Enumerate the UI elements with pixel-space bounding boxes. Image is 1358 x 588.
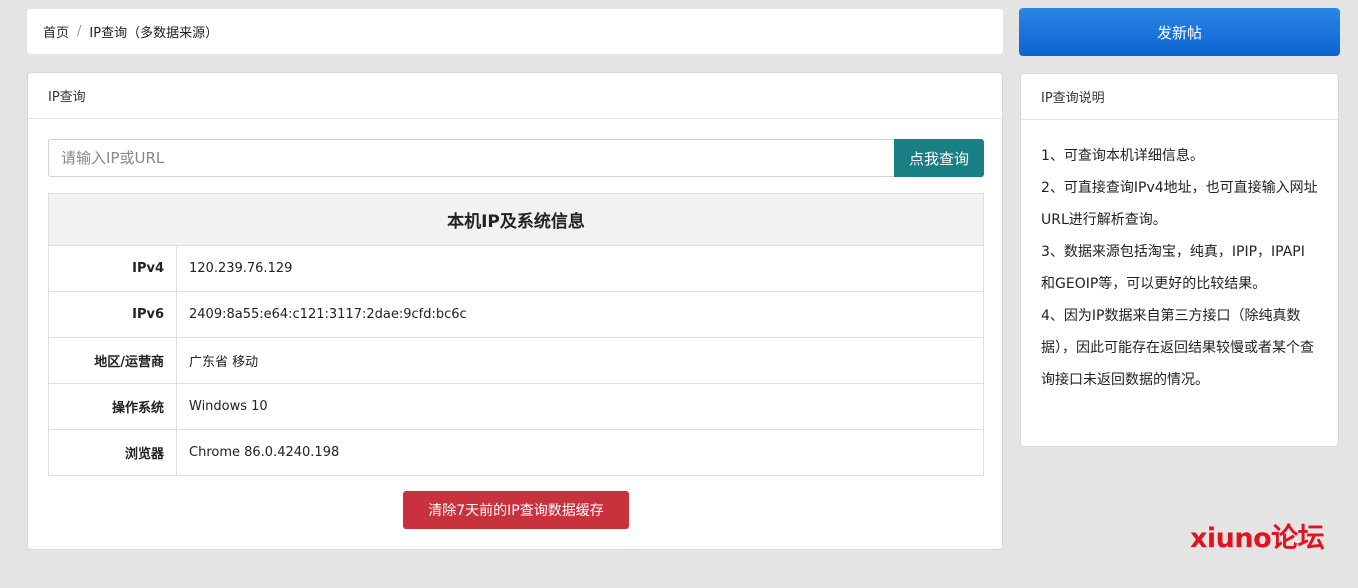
note-item: 4、因为IP数据来自第三方接口（除纯真数据），因此可能存在返回结果较慢或者某个查… xyxy=(1041,308,1314,388)
table-row: 操作系统 Windows 10 xyxy=(48,383,984,430)
notes-header: IP查询说明 xyxy=(1021,74,1338,120)
note-item: 2、可直接查询IPv4地址，也可直接输入网址URL进行解析查询。 xyxy=(1041,180,1318,228)
ip-query-card-header: IP查询 xyxy=(28,73,1002,119)
row-value: Windows 10 xyxy=(176,383,984,430)
notes-list: 1、可查询本机详细信息。 2、可直接查询IPv4地址，也可直接输入网址URL进行… xyxy=(1021,120,1338,396)
new-post-button[interactable]: 发新帖 xyxy=(1019,8,1340,56)
note-item: 3、数据来源包括淘宝，纯真，IPIP，IPAPI和GEOIP等，可以更好的比较结… xyxy=(1041,244,1305,292)
note-item: 1、可查询本机详细信息。 xyxy=(1041,148,1204,164)
table-row: 地区/运营商 广东省 移动 xyxy=(48,337,984,384)
search-row: 点我查询 xyxy=(48,139,984,177)
breadcrumb-home-link[interactable]: 首页 xyxy=(43,22,69,41)
clear-cache-button[interactable]: 清除7天前的IP查询数据缓存 xyxy=(403,491,629,529)
query-button[interactable]: 点我查询 xyxy=(894,139,984,177)
table-row: 浏览器 Chrome 86.0.4240.198 xyxy=(48,429,984,476)
watermark-logo: xiuno论坛 xyxy=(1190,523,1325,554)
breadcrumb-current: IP查询（多数据来源） xyxy=(89,26,219,41)
row-label: 地区/运营商 xyxy=(48,337,177,384)
breadcrumb: 首页 / IP查询（多数据来源） xyxy=(27,9,1003,54)
row-value: Chrome 86.0.4240.198 xyxy=(176,429,984,476)
breadcrumb-separator: / xyxy=(77,24,82,39)
ip-query-card: IP查询 点我查询 本机IP及系统信息 IPv4 120.239.76.129 … xyxy=(27,72,1003,550)
ip-query-notes-card: IP查询说明 1、可查询本机详细信息。 2、可直接查询IPv4地址，也可直接输入… xyxy=(1020,73,1339,447)
row-label: 操作系统 xyxy=(48,383,177,430)
table-row: IPv4 120.239.76.129 xyxy=(48,245,984,292)
row-label: IPv6 xyxy=(48,291,177,338)
row-label: 浏览器 xyxy=(48,429,177,476)
ip-url-input[interactable] xyxy=(48,139,894,177)
row-value: 2409:8a55:e64:c121:3117:2dae:9cfd:bc6c xyxy=(176,291,984,338)
row-value: 广东省 移动 xyxy=(176,337,984,384)
system-info-title: 本机IP及系统信息 xyxy=(48,193,984,246)
table-row: IPv6 2409:8a55:e64:c121:3117:2dae:9cfd:b… xyxy=(48,291,984,338)
row-label: IPv4 xyxy=(48,245,177,292)
system-info-table: 本机IP及系统信息 IPv4 120.239.76.129 IPv6 2409:… xyxy=(48,193,984,476)
row-value: 120.239.76.129 xyxy=(176,245,984,292)
